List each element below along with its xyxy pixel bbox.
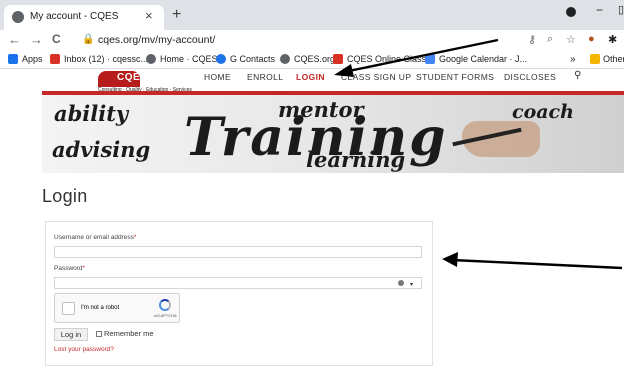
minimize-icon[interactable]: − [596,3,603,17]
site-header: CQES Consulting · Quality · Education · … [42,69,624,93]
tab-close-button[interactable]: × [145,8,153,23]
remember-me-checkbox[interactable] [96,331,102,337]
training-banner: ability mentor coach Training advising l… [42,95,624,173]
search-icon[interactable]: ⚲ [574,70,582,81]
nav-enroll[interactable]: ENROLL [247,72,283,82]
reload-button[interactable]: C [52,32,61,46]
lost-password-link[interactable]: Lost your password? [54,346,114,353]
folder-icon [590,54,600,64]
recaptcha-brand: reCAPTCHA [154,313,177,318]
password-input[interactable] [54,277,422,289]
profile-icon[interactable] [566,7,576,17]
login-form: Username or email address* Password* ▾ I… [45,221,433,366]
bookmark-contacts[interactable]: G Contacts [230,54,275,64]
bookmark-inbox[interactable]: Inbox (12) · cqessc... [64,54,148,64]
banner-word-learning: learning [306,147,406,172]
nav-home[interactable]: HOME [204,72,231,82]
page-title: Login [42,186,88,206]
puzzle-icon[interactable]: ✱ [608,33,617,46]
web-page: CQES Consulting · Quality · Education · … [0,69,624,366]
caret-down-icon: ▾ [410,282,414,288]
bookmark-calendar[interactable]: Google Calendar · J... [439,54,527,64]
address-url[interactable]: cqes.org/mv/my-account/ [98,34,215,46]
apps-icon [8,54,18,64]
bookmarks-bar: Apps Inbox (12) · cqessc... Home · CQES … [0,51,624,69]
banner-word-ability: ability [54,101,129,126]
nav-login[interactable]: LOGIN [296,72,325,82]
remember-me-label[interactable]: Remember me [104,329,154,338]
password-label: Password* [54,265,86,272]
banner-word-coach: coach [512,101,574,123]
calendar-icon [425,54,435,64]
username-input[interactable] [54,246,422,258]
new-tab-button[interactable]: + [172,6,181,24]
bookmark-cqes-org[interactable]: CQES.org [294,54,335,64]
extension-icon[interactable]: ● [588,33,595,45]
bookmarks-overflow[interactable]: » [570,54,576,65]
back-button[interactable]: ← [8,32,21,47]
recaptcha-checkbox[interactable] [62,302,75,315]
key-icon[interactable]: ⚷ [528,33,536,46]
recaptcha-icon [159,299,171,311]
bookmark-apps[interactable]: Apps [22,54,43,64]
other-bookmarks[interactable]: Other [603,54,624,64]
globe-icon [12,11,24,23]
globe-icon [280,54,290,64]
address-bar[interactable]: 🔒 cqes.org/mv/my-account/ [82,31,562,50]
globe-icon [146,54,156,64]
gmail-icon [50,54,60,64]
site-logo[interactable]: CQES Consulting · Quality · Education · … [98,71,192,93]
bookmark-online-classes[interactable]: CQES Online Classes [347,54,436,64]
lock-icon: 🔒 [82,34,95,45]
tab-title: My account - CQES [30,11,119,22]
recaptcha-widget: I'm not a robot reCAPTCHA [54,293,180,323]
star-icon[interactable]: ☆ [566,33,576,46]
nav-discloses[interactable]: DISCLOSES [504,72,556,82]
bookmark-home-cqes[interactable]: Home · CQES [160,54,218,64]
banner-word-advising: advising [52,137,151,162]
forward-button[interactable]: → [30,32,43,47]
username-label: Username or email address* [54,234,137,241]
zoom-icon[interactable]: ⌕ [547,33,553,46]
maximize-icon[interactable]: ▯ [618,3,624,16]
browser-tab[interactable]: My account - CQES × [4,5,164,30]
show-password-icon[interactable] [398,280,404,286]
browser-tabstrip: My account - CQES × + − ▯ [0,0,624,30]
login-button[interactable]: Log in [54,328,88,341]
contacts-icon [216,54,226,64]
cqes-classes-icon [333,54,343,64]
browser-toolbar: ← → C 🔒 cqes.org/mv/my-account/ ⚷ ⌕ ☆ ● … [0,30,624,51]
nav-class-sign-up[interactable]: CLASS SIGN UP [341,72,411,82]
logo-text: CQES [117,72,148,83]
nav-student-forms[interactable]: STUDENT FORMS [416,72,494,82]
recaptcha-label: I'm not a robot [81,305,120,311]
